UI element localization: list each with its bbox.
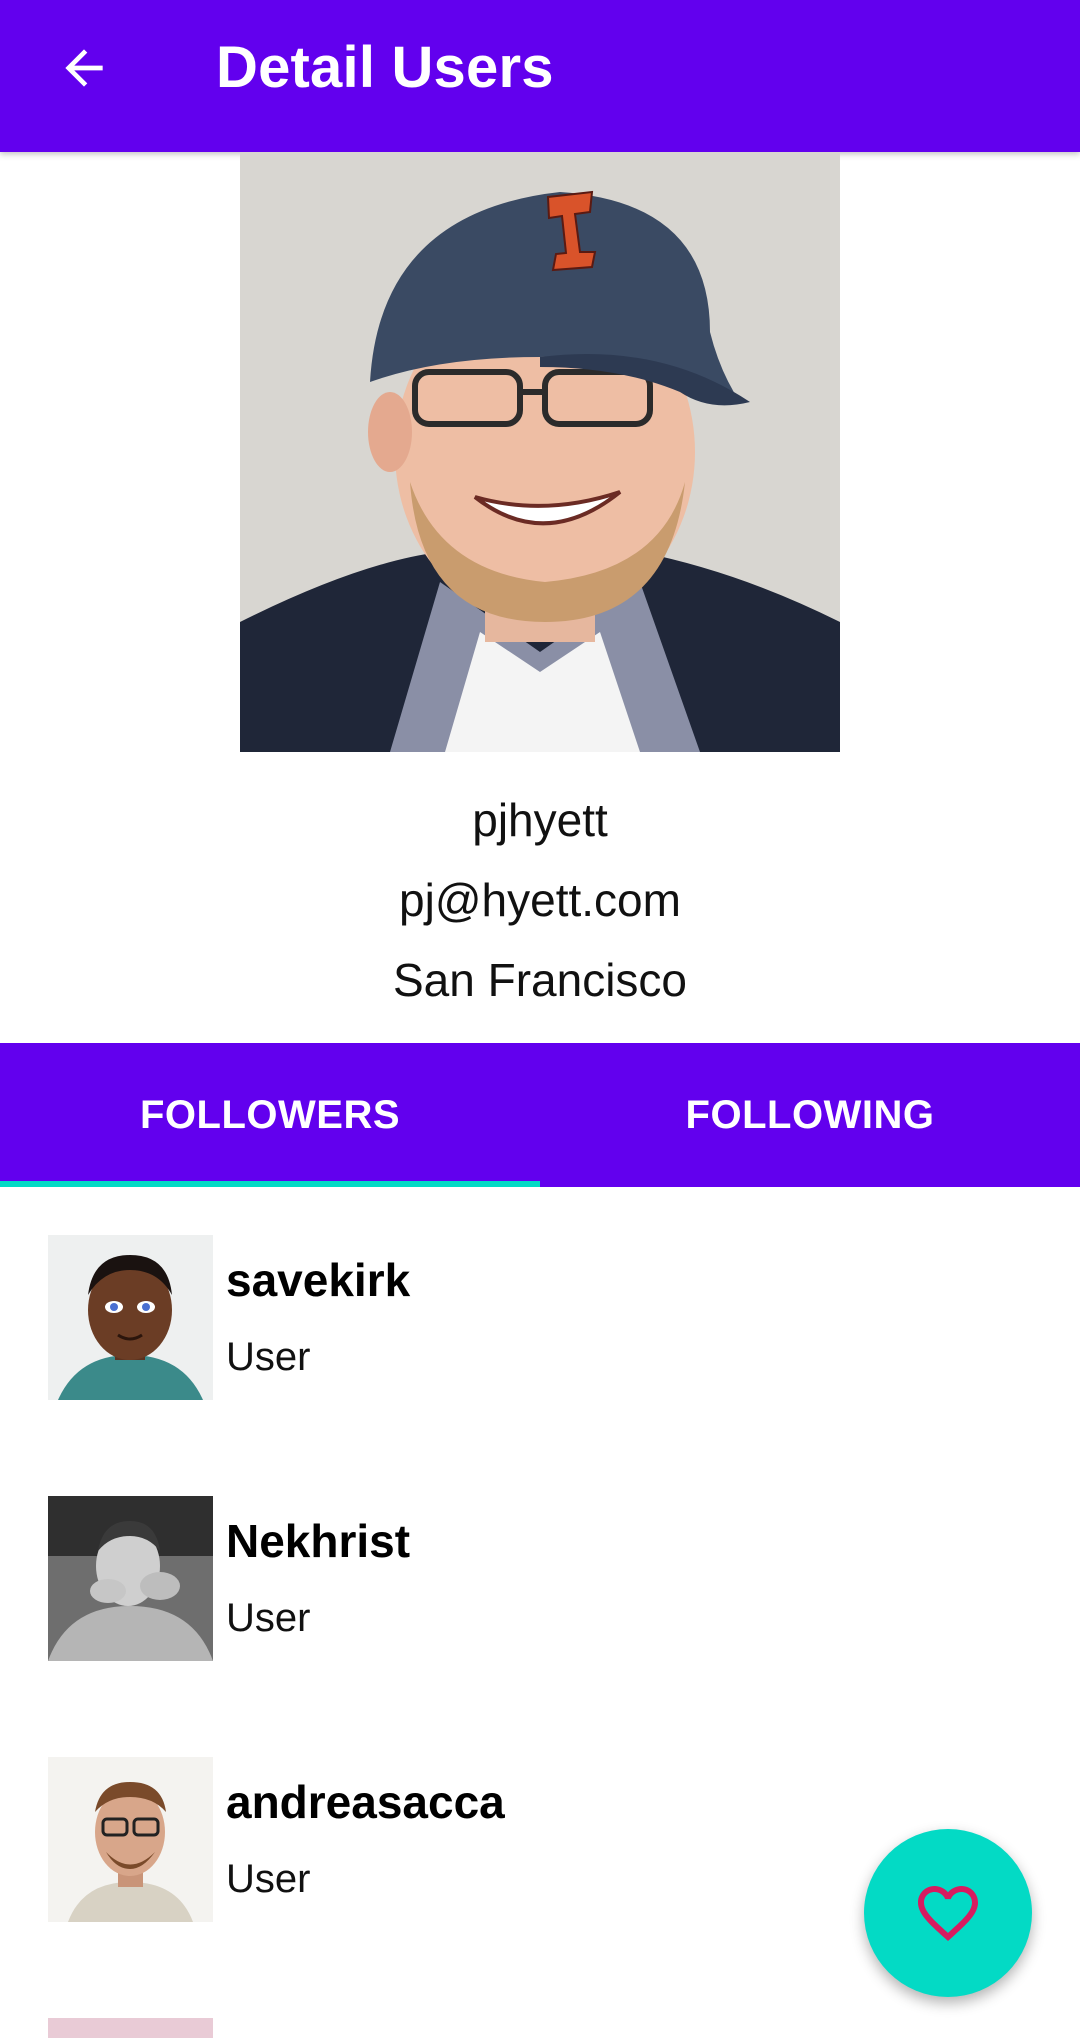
profile-avatar: [240, 152, 840, 752]
heart-outline-icon: [918, 1886, 978, 1942]
user-type: User: [226, 1596, 311, 1640]
user-name: andreasacca: [226, 1776, 505, 1828]
user-type: User: [226, 1335, 311, 1379]
tab-bar: FOLLOWERS FOLLOWING: [0, 1043, 1080, 1187]
list-item[interactable]: savekirk User: [0, 1235, 1080, 1415]
profile-username: pjhyett: [472, 794, 608, 846]
page-title: Detail Users: [216, 35, 554, 100]
favorite-fab-button[interactable]: [864, 1829, 1032, 1997]
profile-email: pj@hyett.com: [399, 874, 681, 926]
profile-location: San Francisco: [392, 954, 687, 1006]
tab-following[interactable]: FOLLOWING: [540, 1043, 1080, 1187]
arrow-back-icon: [65, 49, 103, 87]
user-avatar: [48, 1496, 213, 1661]
user-type: User: [226, 1857, 311, 1901]
user-avatar: [48, 1235, 213, 1400]
list-item[interactable]: [0, 2018, 1080, 2038]
user-avatar: [48, 1757, 213, 1922]
user-name: Nekhrist: [226, 1515, 411, 1567]
user-avatar: [48, 2018, 213, 2038]
user-name: savekirk: [226, 1254, 411, 1306]
app-bar: Detail Users: [0, 0, 1080, 152]
list-item[interactable]: Nekhrist User: [0, 1496, 1080, 1676]
tab-followers[interactable]: FOLLOWERS: [0, 1043, 540, 1187]
tab-indicator: [0, 1181, 540, 1187]
back-button[interactable]: [44, 28, 124, 108]
